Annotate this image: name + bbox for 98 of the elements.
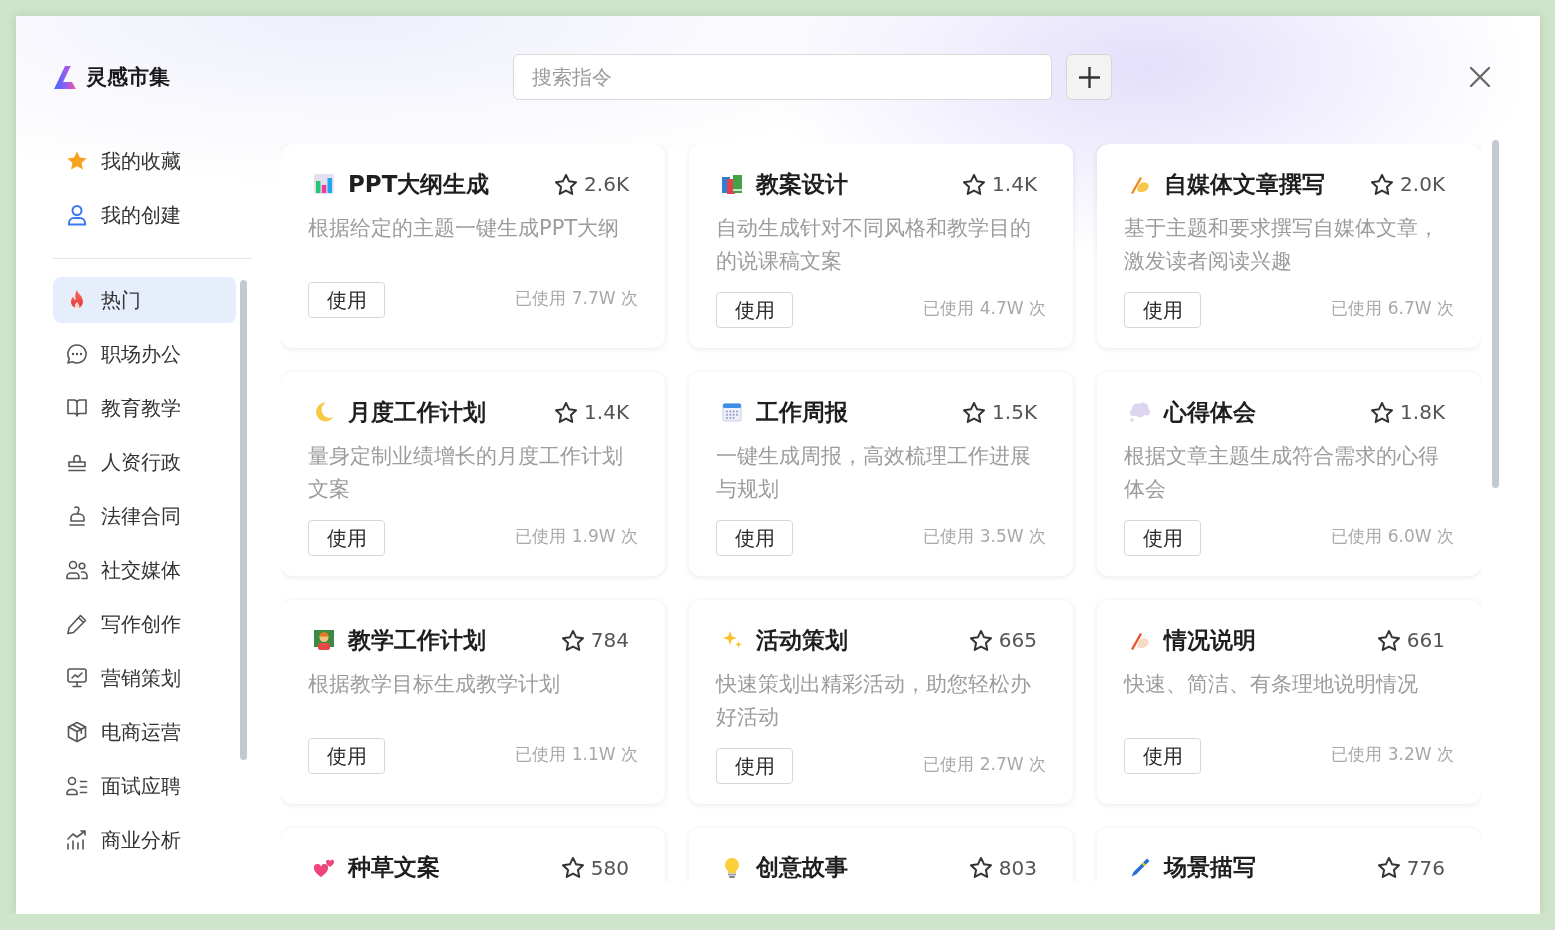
favorite-count: 1.8K: [1400, 400, 1445, 424]
card-title: 情况说明: [1164, 625, 1256, 655]
bar-chart-icon: [312, 172, 336, 196]
card-title: 教学工作计划: [348, 625, 486, 655]
app-title: 灵感市集: [86, 64, 170, 91]
star-icon[interactable]: [555, 401, 578, 423]
sidebar-item[interactable]: 人资行政: [53, 439, 236, 485]
teacher-icon: [312, 628, 336, 652]
favorite-count: 1.5K: [992, 400, 1037, 424]
calendar-icon: [720, 400, 744, 424]
favorite-count: 580: [590, 855, 629, 880]
usage-count: 已使用 1.1W 次: [515, 743, 638, 766]
usage-count: 已使用 1.9W 次: [515, 525, 638, 548]
card-title: 创意故事: [756, 853, 848, 882]
add-button[interactable]: [1066, 54, 1112, 100]
star-icon[interactable]: [1377, 629, 1400, 651]
usage-count: 已使用 7.7W 次: [515, 287, 638, 310]
sidebar-item[interactable]: 面试应聘: [53, 763, 236, 809]
logo-icon: [54, 65, 76, 89]
card-description: 快速策划出精彩活动，助您轻松办好活动: [716, 671, 1032, 731]
card-title: 教案设计: [756, 169, 848, 199]
person-icon: [65, 203, 89, 227]
usage-count: 已使用 6.7W 次: [1331, 297, 1454, 320]
scrollbar-thumb[interactable]: [240, 280, 247, 760]
chart-monitor-icon: [65, 666, 89, 690]
use-button[interactable]: 使用: [716, 520, 793, 556]
card-description: 一键生成周报，高效梳理工作进展与规划: [716, 443, 1032, 503]
usage-count: 已使用 3.2W 次: [1331, 743, 1454, 766]
card-title: 月度工作计划: [348, 397, 486, 427]
card-title: 工作周报: [756, 397, 848, 427]
sidebar-item[interactable]: 教育教学: [53, 385, 236, 431]
star-icon[interactable]: [1371, 401, 1394, 423]
star-icon[interactable]: [963, 173, 986, 195]
favorite-count: 1.4K: [992, 172, 1037, 196]
card-description: 量身定制业绩增长的月度工作计划文案: [308, 443, 624, 503]
star-icon[interactable]: [1371, 173, 1394, 195]
use-button[interactable]: 使用: [308, 282, 385, 318]
plus-icon: [1078, 66, 1100, 88]
card-description: 快速、简洁、有条理地说明情况: [1124, 671, 1419, 698]
person-list-icon: [65, 774, 89, 798]
use-button[interactable]: 使用: [1124, 738, 1201, 774]
usage-count: 已使用 4.7W 次: [923, 297, 1046, 320]
card-description: 根据文章主题生成符合需求的心得体会: [1124, 443, 1440, 503]
use-button[interactable]: 使用: [716, 748, 793, 784]
favorite-count: 784: [590, 628, 629, 652]
favorite-count: 2.0K: [1400, 172, 1445, 196]
card-title: 活动策划: [756, 625, 848, 655]
card-description: 基于主题和要求撰写自媒体文章，激发读者阅读兴趣: [1124, 215, 1440, 275]
sidebar-item[interactable]: 电商运营: [53, 709, 236, 755]
card-description: 根据教学目标生成教学计划: [308, 671, 561, 698]
sidebar-item[interactable]: 商业分析: [53, 817, 236, 863]
books-icon: [720, 172, 744, 196]
close-icon[interactable]: [1470, 67, 1490, 87]
use-button[interactable]: 使用: [1124, 292, 1201, 328]
sidebar-item[interactable]: 营销策划: [53, 655, 236, 701]
star-icon[interactable]: [555, 173, 578, 195]
favorite-count: 665: [998, 628, 1037, 652]
favorite-count: 803: [998, 855, 1037, 880]
sidebar-item[interactable]: 热门: [53, 277, 236, 323]
sidebar-item[interactable]: 社交媒体: [53, 547, 236, 593]
star-icon[interactable]: [1377, 857, 1400, 878]
usage-count: 已使用 6.0W 次: [1331, 525, 1454, 548]
card-title: 场景描写: [1164, 853, 1256, 882]
sidebar-item[interactable]: 我的创建: [53, 192, 236, 238]
growth-chart-icon: [65, 828, 89, 852]
favorite-count: 2.6K: [584, 172, 629, 196]
usage-count: 已使用 3.5W 次: [923, 525, 1046, 548]
star-icon[interactable]: [969, 857, 992, 878]
favorite-count: 661: [1406, 628, 1445, 652]
book-icon: [65, 396, 89, 420]
card-title: PPT大纲生成: [348, 169, 490, 199]
card-description: 自动生成针对不同风格和教学目的的说课稿文案: [716, 215, 1032, 275]
scrollbar-thumb[interactable]: [1492, 140, 1499, 488]
usage-count: 已使用 2.7W 次: [923, 753, 1046, 776]
pencil-icon: [65, 612, 89, 636]
box-icon: [65, 720, 89, 744]
chat-icon: [65, 342, 89, 366]
sidebar-item[interactable]: 我的收藏: [53, 138, 236, 184]
sidebar-item[interactable]: 写作创作: [53, 601, 236, 647]
thought-bubble-icon: [1128, 400, 1152, 424]
card-description: 根据给定的主题一键生成PPT大纲: [308, 215, 621, 242]
use-button[interactable]: 使用: [308, 738, 385, 774]
sidebar-item[interactable]: 职场办公: [53, 331, 236, 377]
use-button[interactable]: 使用: [716, 292, 793, 328]
sidebar-item[interactable]: 法律合同: [53, 493, 236, 539]
favorite-count: 1.4K: [584, 400, 629, 424]
star-icon[interactable]: [969, 629, 992, 651]
use-button[interactable]: 使用: [308, 520, 385, 556]
use-button[interactable]: 使用: [1124, 520, 1201, 556]
favorite-count: 776: [1406, 855, 1445, 880]
card-title: 种草文案: [348, 853, 440, 882]
star-icon[interactable]: [561, 857, 584, 878]
card-title: 自媒体文章撰写: [1164, 169, 1325, 199]
search-field[interactable]: 搜索指令: [513, 54, 1052, 100]
people-icon: [65, 558, 89, 582]
card-title: 心得体会: [1164, 397, 1256, 427]
star-icon[interactable]: [963, 401, 986, 423]
star-icon[interactable]: [561, 629, 584, 651]
